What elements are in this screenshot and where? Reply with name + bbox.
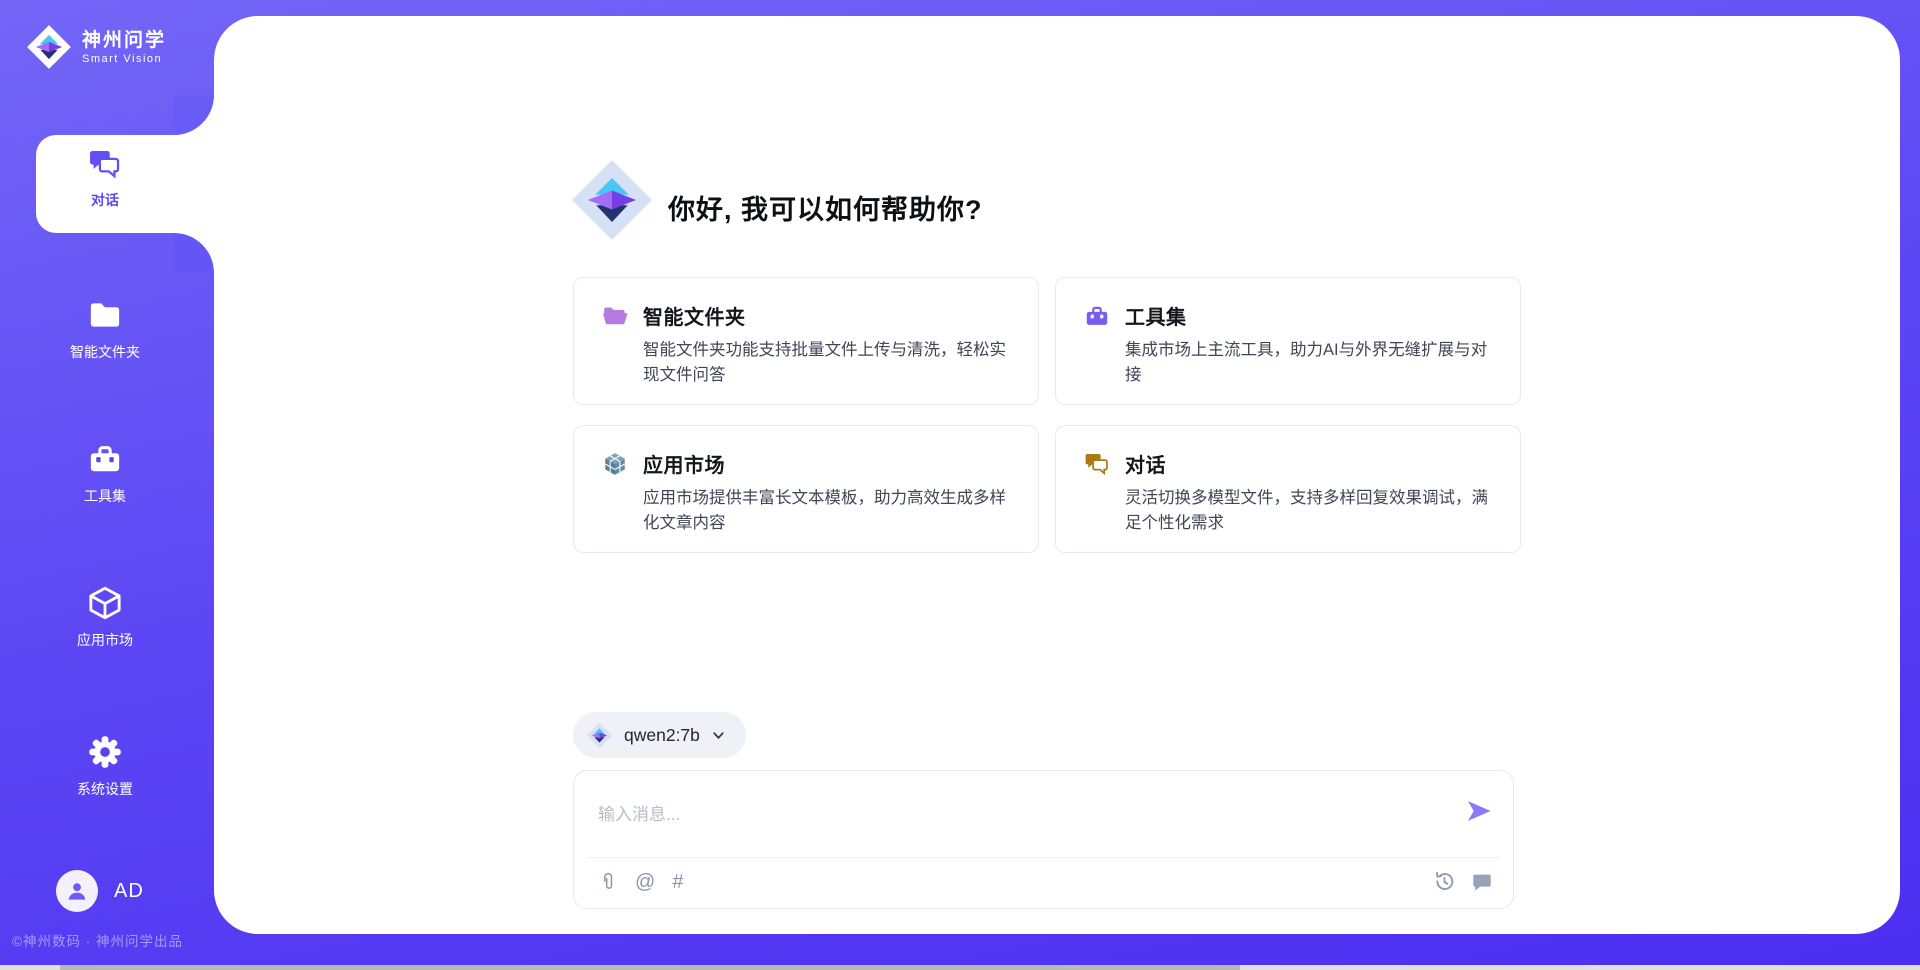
sidebar-item-label: 对话 bbox=[91, 190, 119, 210]
model-name: qwen2:7b bbox=[624, 725, 700, 746]
card-title: 应用市场 bbox=[643, 449, 725, 478]
chevron-down-icon bbox=[711, 728, 726, 743]
card-description: 智能文件夹功能支持批量文件上传与清洗，轻松实现文件问答 bbox=[643, 338, 1010, 388]
sidebar-item-settings[interactable]: 系统设置 bbox=[20, 734, 190, 799]
history-icon[interactable] bbox=[1433, 870, 1456, 893]
chat-bubbles-icon bbox=[1084, 451, 1110, 477]
attach-file-icon[interactable] bbox=[598, 870, 618, 894]
greeting-title: 你好, 我可以如何帮助你? bbox=[668, 188, 983, 227]
brand-diamond-icon bbox=[26, 24, 72, 70]
user-initials: AD bbox=[114, 880, 144, 903]
card-title: 对话 bbox=[1125, 449, 1166, 478]
folder-icon bbox=[87, 297, 123, 333]
sidebar-item-app-market[interactable]: 应用市场 bbox=[20, 585, 190, 650]
nav-fillet-bottom bbox=[174, 233, 214, 273]
cube-grid-icon bbox=[602, 451, 628, 477]
sidebar-item-chat[interactable]: 对话 bbox=[20, 147, 190, 210]
chat-bubbles-icon bbox=[88, 147, 122, 181]
card-toolset[interactable]: 工具集 集成市场上主流工具，助力AI与外界无缝扩展与对接 bbox=[1055, 277, 1521, 405]
nav-fillet-top bbox=[174, 95, 214, 135]
avatar bbox=[56, 870, 98, 912]
user-account[interactable]: AD bbox=[56, 870, 144, 912]
chat-bubble-icon[interactable] bbox=[1471, 871, 1493, 893]
model-diamond-icon bbox=[586, 722, 613, 749]
sidebar-item-smart-folder[interactable]: 智能文件夹 bbox=[20, 297, 190, 362]
mention-icon[interactable]: @ bbox=[635, 872, 655, 892]
copyright-text: ©神州数码 · 神州问学出品 bbox=[12, 930, 183, 950]
model-selector[interactable]: qwen2:7b bbox=[573, 712, 746, 758]
toolbox-icon bbox=[1084, 303, 1110, 329]
sidebar-item-label: 工具集 bbox=[84, 486, 126, 506]
brand-name: 神州问学 bbox=[82, 29, 166, 53]
message-composer: @ # bbox=[573, 770, 1514, 909]
greeting-diamond-icon bbox=[570, 158, 654, 242]
card-app-market[interactable]: 应用市场 应用市场提供丰富长文本模板，助力高效生成多样化文章内容 bbox=[573, 425, 1039, 553]
card-title: 智能文件夹 bbox=[643, 301, 746, 330]
hashtag-icon[interactable]: # bbox=[672, 872, 683, 892]
card-description: 应用市场提供丰富长文本模板，助力高效生成多样化文章内容 bbox=[643, 486, 1010, 536]
gear-icon bbox=[87, 734, 123, 770]
card-smart-folder[interactable]: 智能文件夹 智能文件夹功能支持批量文件上传与清洗，轻松实现文件问答 bbox=[573, 277, 1039, 405]
toolbox-icon bbox=[87, 441, 123, 477]
sidebar-item-label: 智能文件夹 bbox=[70, 342, 140, 362]
message-input[interactable] bbox=[598, 785, 1438, 845]
card-chat[interactable]: 对话 灵活切换多模型文件，支持多样回复效果调试，满足个性化需求 bbox=[1055, 425, 1521, 553]
folder-open-icon bbox=[602, 303, 628, 329]
send-button[interactable] bbox=[1465, 797, 1493, 825]
composer-divider bbox=[588, 857, 1499, 858]
card-title: 工具集 bbox=[1125, 301, 1187, 330]
sidebar-item-toolset[interactable]: 工具集 bbox=[20, 441, 190, 506]
horizontal-scrollbar[interactable] bbox=[0, 965, 1920, 970]
brand-subtitle: Smart Vision bbox=[82, 53, 166, 65]
scrollbar-thumb[interactable] bbox=[60, 965, 1240, 970]
cube-icon bbox=[87, 585, 123, 621]
app-logo: 神州问学 Smart Vision bbox=[26, 24, 166, 70]
card-description: 灵活切换多模型文件，支持多样回复效果调试，满足个性化需求 bbox=[1125, 486, 1492, 536]
sidebar-item-label: 系统设置 bbox=[77, 779, 133, 799]
card-description: 集成市场上主流工具，助力AI与外界无缝扩展与对接 bbox=[1125, 338, 1492, 388]
sidebar-item-label: 应用市场 bbox=[77, 630, 133, 650]
